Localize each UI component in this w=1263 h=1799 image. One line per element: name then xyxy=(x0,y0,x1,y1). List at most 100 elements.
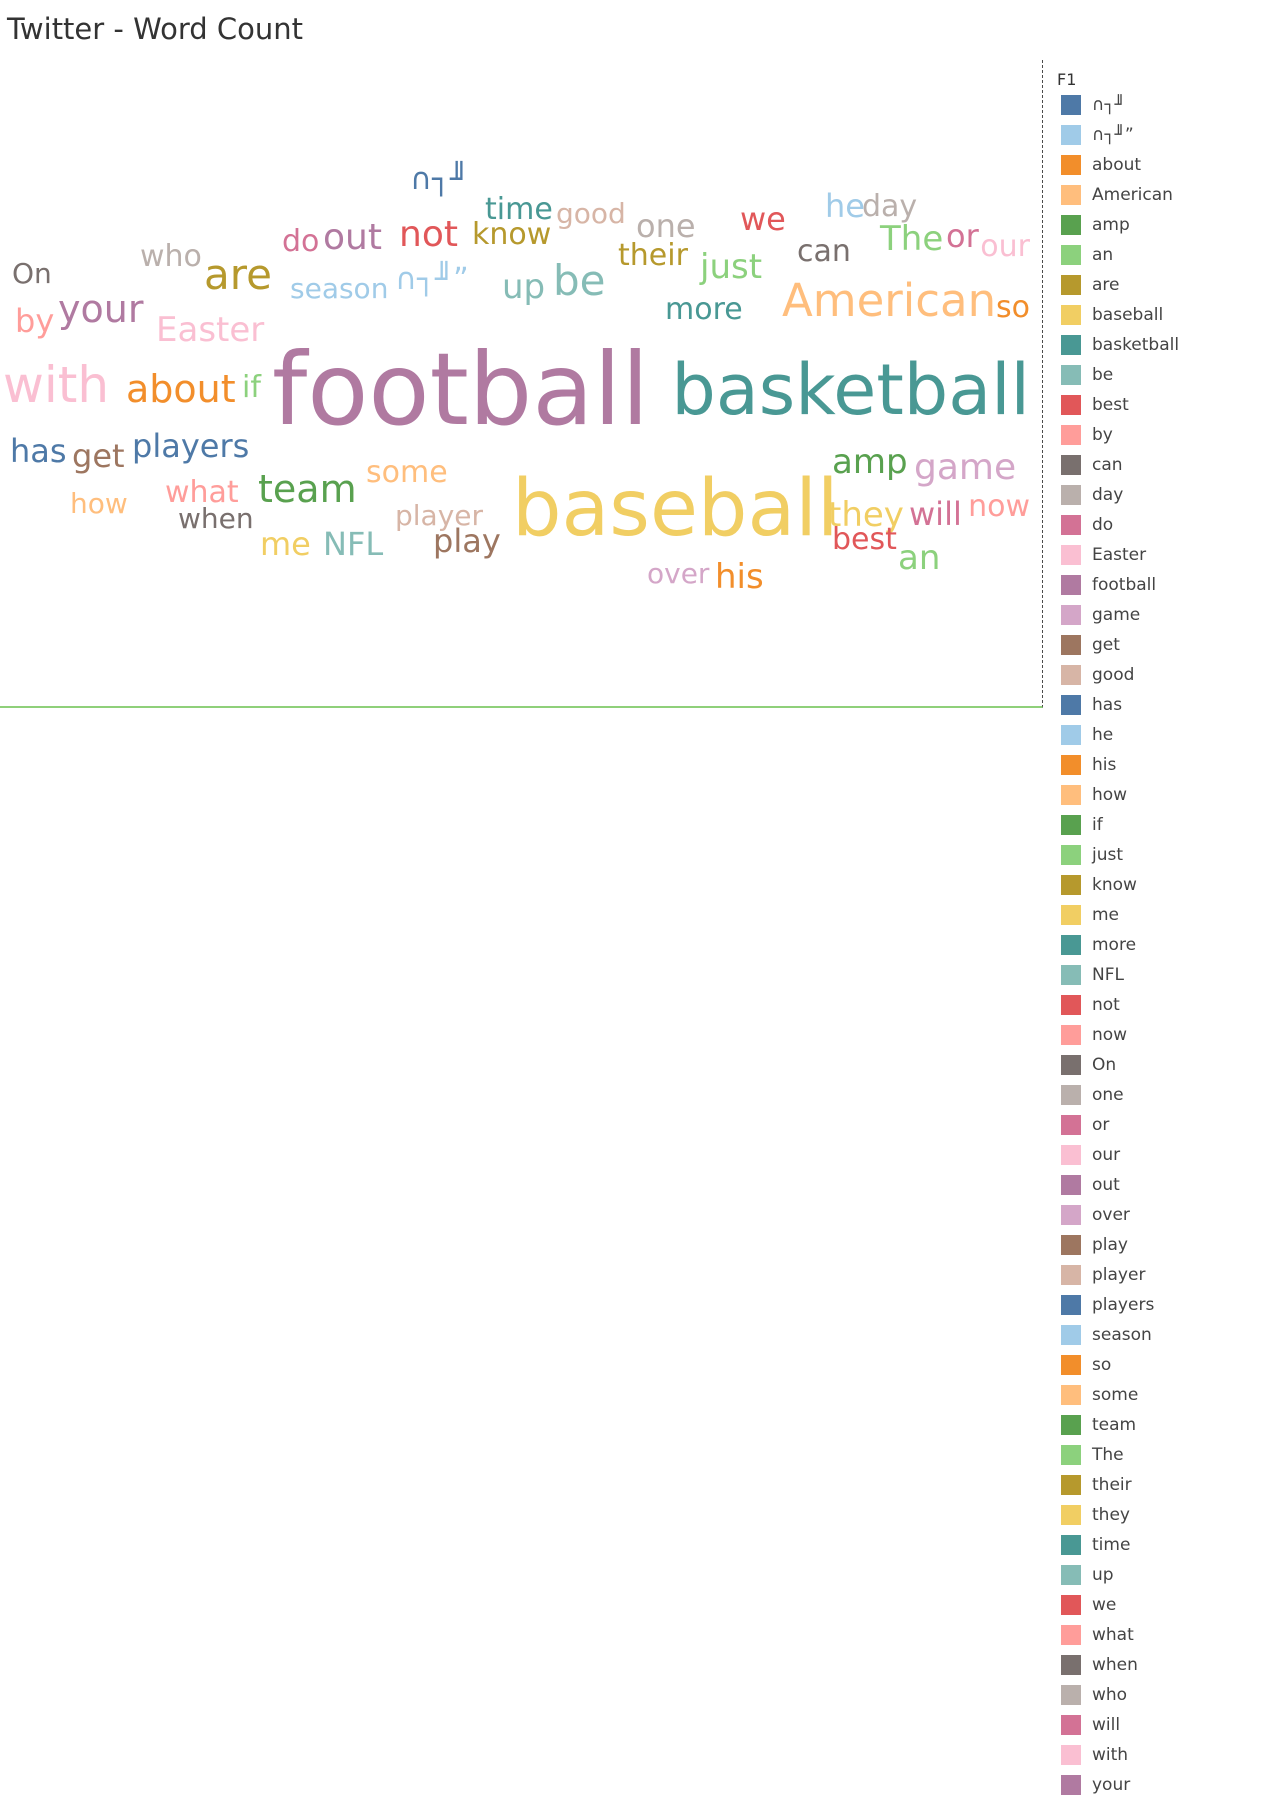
legend-label: ∩┐╜ xyxy=(1092,95,1125,115)
legend-item-are[interactable]: are xyxy=(1061,274,1251,295)
word-cloud: football basketball baseball American with ar… xyxy=(0,60,1043,708)
legend-item-do[interactable]: do xyxy=(1061,514,1251,535)
legend-label: can xyxy=(1092,455,1123,475)
word-do: do xyxy=(282,224,320,259)
legend-item-easter[interactable]: Easter xyxy=(1061,544,1251,565)
legend-item-we[interactable]: we xyxy=(1061,1594,1251,1615)
word-symbol-55: ∩┐╜ xyxy=(410,162,469,197)
legend-swatch xyxy=(1061,1205,1081,1225)
legend-item-who[interactable]: who xyxy=(1061,1684,1251,1705)
word-are: are xyxy=(204,250,272,299)
legend-item-how[interactable]: how xyxy=(1061,784,1251,805)
legend-label: be xyxy=(1092,365,1114,385)
legend-item-your[interactable]: your xyxy=(1061,1774,1251,1795)
legend-item-american[interactable]: American xyxy=(1061,184,1251,205)
legend-item-be[interactable]: be xyxy=(1061,364,1251,385)
legend-label: do xyxy=(1092,515,1114,535)
legend-label: we xyxy=(1092,1595,1117,1615)
legend-label: an xyxy=(1092,245,1114,265)
legend-swatch xyxy=(1061,665,1081,685)
legend-item-up[interactable]: up xyxy=(1061,1564,1251,1585)
legend-item-what[interactable]: what xyxy=(1061,1624,1251,1645)
legend-item-symbol-1[interactable]: ∩┐╜” xyxy=(1061,124,1251,145)
legend-item-amp[interactable]: amp xyxy=(1061,214,1251,235)
legend-item-day[interactable]: day xyxy=(1061,484,1251,505)
word-players: players xyxy=(132,427,250,465)
legend-item-with[interactable]: with xyxy=(1061,1744,1251,1765)
legend-item-play[interactable]: play xyxy=(1061,1234,1251,1255)
word-their: their xyxy=(618,238,688,273)
word-american: American xyxy=(782,274,997,327)
legend-swatch xyxy=(1061,1115,1081,1135)
word-an: an xyxy=(898,538,941,578)
legend-item-will[interactable]: will xyxy=(1061,1714,1251,1735)
legend-swatch xyxy=(1061,1265,1081,1285)
legend-item-get[interactable]: get xyxy=(1061,634,1251,655)
legend-item-he[interactable]: he xyxy=(1061,724,1251,745)
legend-item-out[interactable]: out xyxy=(1061,1174,1251,1195)
legend-label: will xyxy=(1092,1715,1121,1735)
word-game: game xyxy=(914,447,1017,488)
legend-label: with xyxy=(1092,1745,1129,1765)
legend-label: Easter xyxy=(1092,545,1147,565)
legend-swatch xyxy=(1061,485,1081,505)
legend-label: NFL xyxy=(1092,965,1124,985)
legend-item-just[interactable]: just xyxy=(1061,844,1251,865)
legend-item-me[interactable]: me xyxy=(1061,904,1251,925)
word-who: who xyxy=(140,239,202,274)
legend-item-so[interactable]: so xyxy=(1061,1354,1251,1375)
legend-swatch xyxy=(1061,1625,1081,1645)
legend-item-football[interactable]: football xyxy=(1061,574,1251,595)
word-basketball: basketball xyxy=(671,349,1030,431)
word-over: over xyxy=(647,557,710,590)
legend-item-season[interactable]: season xyxy=(1061,1324,1251,1345)
legend-item-team[interactable]: team xyxy=(1061,1414,1251,1435)
legend-swatch xyxy=(1061,335,1081,355)
legend-item-on[interactable]: On xyxy=(1061,1054,1251,1075)
legend-item-about[interactable]: about xyxy=(1061,154,1251,175)
legend-item-one[interactable]: one xyxy=(1061,1084,1251,1105)
legend-item-game[interactable]: game xyxy=(1061,604,1251,625)
legend-item-baseball[interactable]: baseball xyxy=(1061,304,1251,325)
word-can: can xyxy=(797,234,851,269)
word-amp: amp xyxy=(832,442,908,482)
legend-label: football xyxy=(1092,575,1157,595)
legend-swatch xyxy=(1061,815,1081,835)
legend-swatch xyxy=(1061,1355,1081,1375)
legend-item-if[interactable]: if xyxy=(1061,814,1251,835)
legend-item-players[interactable]: players xyxy=(1061,1294,1251,1315)
legend-item-good[interactable]: good xyxy=(1061,664,1251,685)
word-symbol-56: ∩┐╜” xyxy=(395,262,469,297)
legend-item-his[interactable]: his xyxy=(1061,754,1251,775)
legend-item-not[interactable]: not xyxy=(1061,994,1251,1015)
legend-swatch xyxy=(1061,875,1081,895)
legend-item-the[interactable]: The xyxy=(1061,1444,1251,1465)
legend-swatch xyxy=(1061,545,1081,565)
legend-label: one xyxy=(1092,1085,1124,1105)
legend-item-their[interactable]: their xyxy=(1061,1474,1251,1495)
legend-item-has[interactable]: has xyxy=(1061,694,1251,715)
legend-swatch xyxy=(1061,245,1081,265)
legend-item-over[interactable]: over xyxy=(1061,1204,1251,1225)
legend-item-when[interactable]: when xyxy=(1061,1654,1251,1675)
legend-item-symbol-0[interactable]: ∩┐╜ xyxy=(1061,94,1251,115)
legend-item-our[interactable]: our xyxy=(1061,1144,1251,1165)
legend-item-player[interactable]: player xyxy=(1061,1264,1251,1285)
legend-item-basketball[interactable]: basketball xyxy=(1061,334,1251,355)
legend-item-some[interactable]: some xyxy=(1061,1384,1251,1405)
legend-label: over xyxy=(1092,1205,1130,1225)
legend-item-more[interactable]: more xyxy=(1061,934,1251,955)
legend-item-know[interactable]: know xyxy=(1061,874,1251,895)
legend-item-time[interactable]: time xyxy=(1061,1534,1251,1555)
legend-swatch xyxy=(1061,395,1081,415)
word-football: football xyxy=(272,331,650,448)
legend-label: or xyxy=(1092,1115,1110,1135)
legend-item-best[interactable]: best xyxy=(1061,394,1251,415)
legend-item-or[interactable]: or xyxy=(1061,1114,1251,1135)
legend-item-can[interactable]: can xyxy=(1061,454,1251,475)
legend-item-they[interactable]: they xyxy=(1061,1504,1251,1525)
legend-item-by[interactable]: by xyxy=(1061,424,1251,445)
legend-item-now[interactable]: now xyxy=(1061,1024,1251,1045)
legend-item-nfl[interactable]: NFL xyxy=(1061,964,1251,985)
legend-item-an[interactable]: an xyxy=(1061,244,1251,265)
